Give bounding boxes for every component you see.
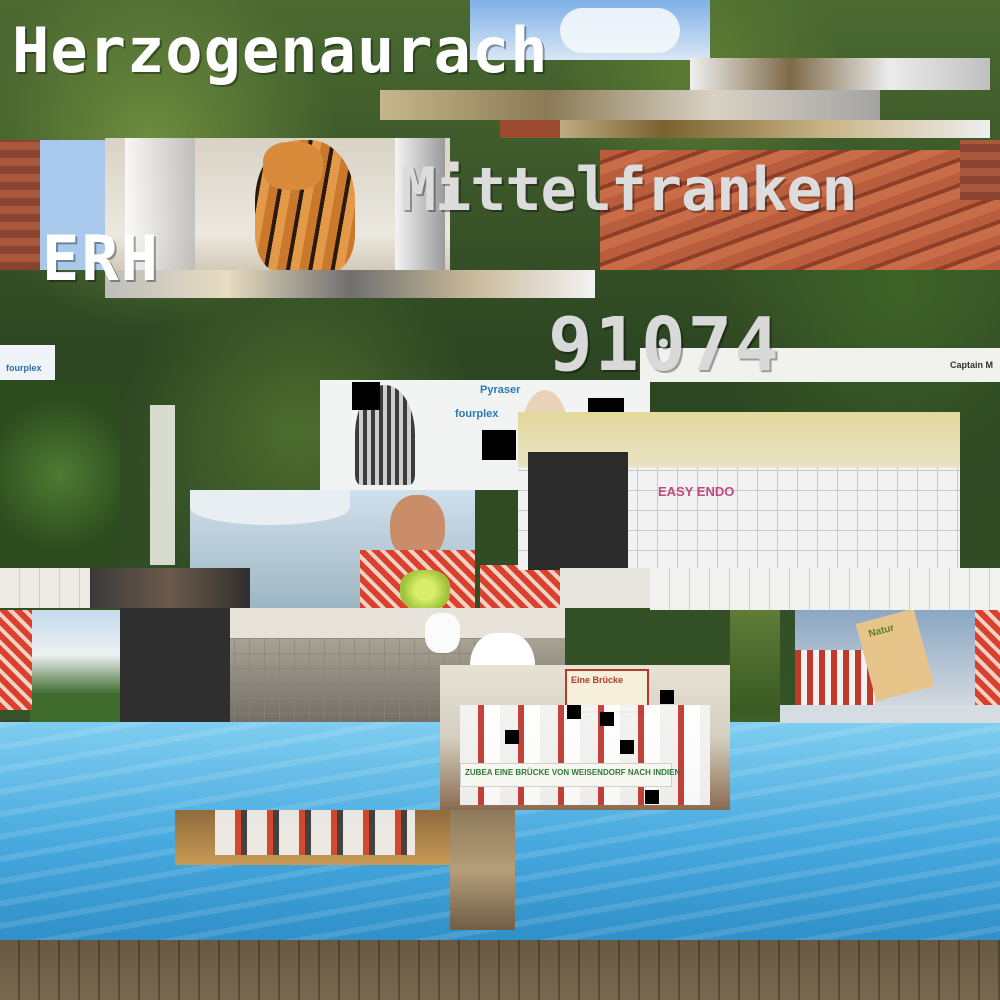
glitch-column (450, 810, 515, 930)
poster-title: Eine Brücke (571, 675, 624, 685)
group-of-people (460, 705, 710, 805)
shoes-on-floor (90, 568, 250, 608)
apartment-photo (30, 610, 120, 722)
plaid-shirt (975, 610, 1000, 710)
stall-door (120, 608, 230, 728)
restroom-wall-photo: EASY ENDO (518, 412, 960, 570)
tiger-head (263, 142, 323, 190)
sponsor-label: Captain M (950, 360, 994, 370)
pool-edge (780, 705, 1000, 723)
sponsor-label: fourplex (455, 408, 499, 420)
cobblestone-pavement (0, 940, 1000, 1000)
glitch-strip (380, 90, 880, 120)
face-censor (660, 690, 674, 704)
postcode-overlay: 91074 (548, 302, 781, 388)
cloud-shape (560, 8, 680, 53)
children-sitting-photo (175, 810, 450, 865)
sponsor-banner: fourplex (0, 345, 55, 380)
glitch-strip (500, 120, 990, 138)
sponsor-label: fourplex (6, 363, 42, 373)
tile-wall (650, 568, 1000, 610)
group-photo: Eine Brücke ZUBEA EINE BRÜCKE VON WEISEN… (440, 665, 730, 810)
face-censor (620, 740, 634, 754)
face-censor (645, 790, 659, 804)
shrub (0, 380, 120, 570)
stall-door (528, 452, 628, 570)
bag-label: Natur (867, 622, 896, 640)
glitch-tile (560, 568, 650, 608)
face-censor (352, 382, 380, 410)
collage-canvas: fourplex Captain M Pyraser fourplex EASY… (0, 0, 1000, 1000)
town-name-overlay: Herzogenaurach (12, 14, 549, 87)
banner-text: ZUBEA EINE BRÜCKE VON WEISENDORF NACH IN… (465, 768, 681, 777)
sponsor-label: Pyraser (480, 384, 521, 396)
glitch-strip (690, 58, 990, 90)
face-censor (600, 712, 614, 726)
region-name-overlay: Mittelfranken (400, 155, 858, 225)
face-censor (505, 730, 519, 744)
graffiti-text: EASY ENDO (658, 484, 735, 499)
brick-house (960, 140, 1000, 200)
umbrella (190, 490, 350, 525)
market-stall-photo: Natur (795, 610, 1000, 710)
brick-strip (500, 120, 560, 138)
glitch-strip (105, 270, 595, 298)
grapes (400, 570, 450, 610)
glitch-column (150, 405, 175, 565)
face-censor (482, 430, 516, 460)
produce-crate (795, 650, 875, 710)
plaid-shirt (0, 610, 32, 710)
face-censor (567, 705, 581, 719)
brick-house (0, 140, 40, 270)
children-group (215, 810, 415, 855)
license-plate-code-overlay: ERH (42, 222, 160, 295)
shirt-arm (480, 565, 560, 610)
banner-cloth: ZUBEA EINE BRÜCKE VON WEISENDORF NACH IN… (460, 763, 680, 787)
urinal (425, 613, 460, 653)
